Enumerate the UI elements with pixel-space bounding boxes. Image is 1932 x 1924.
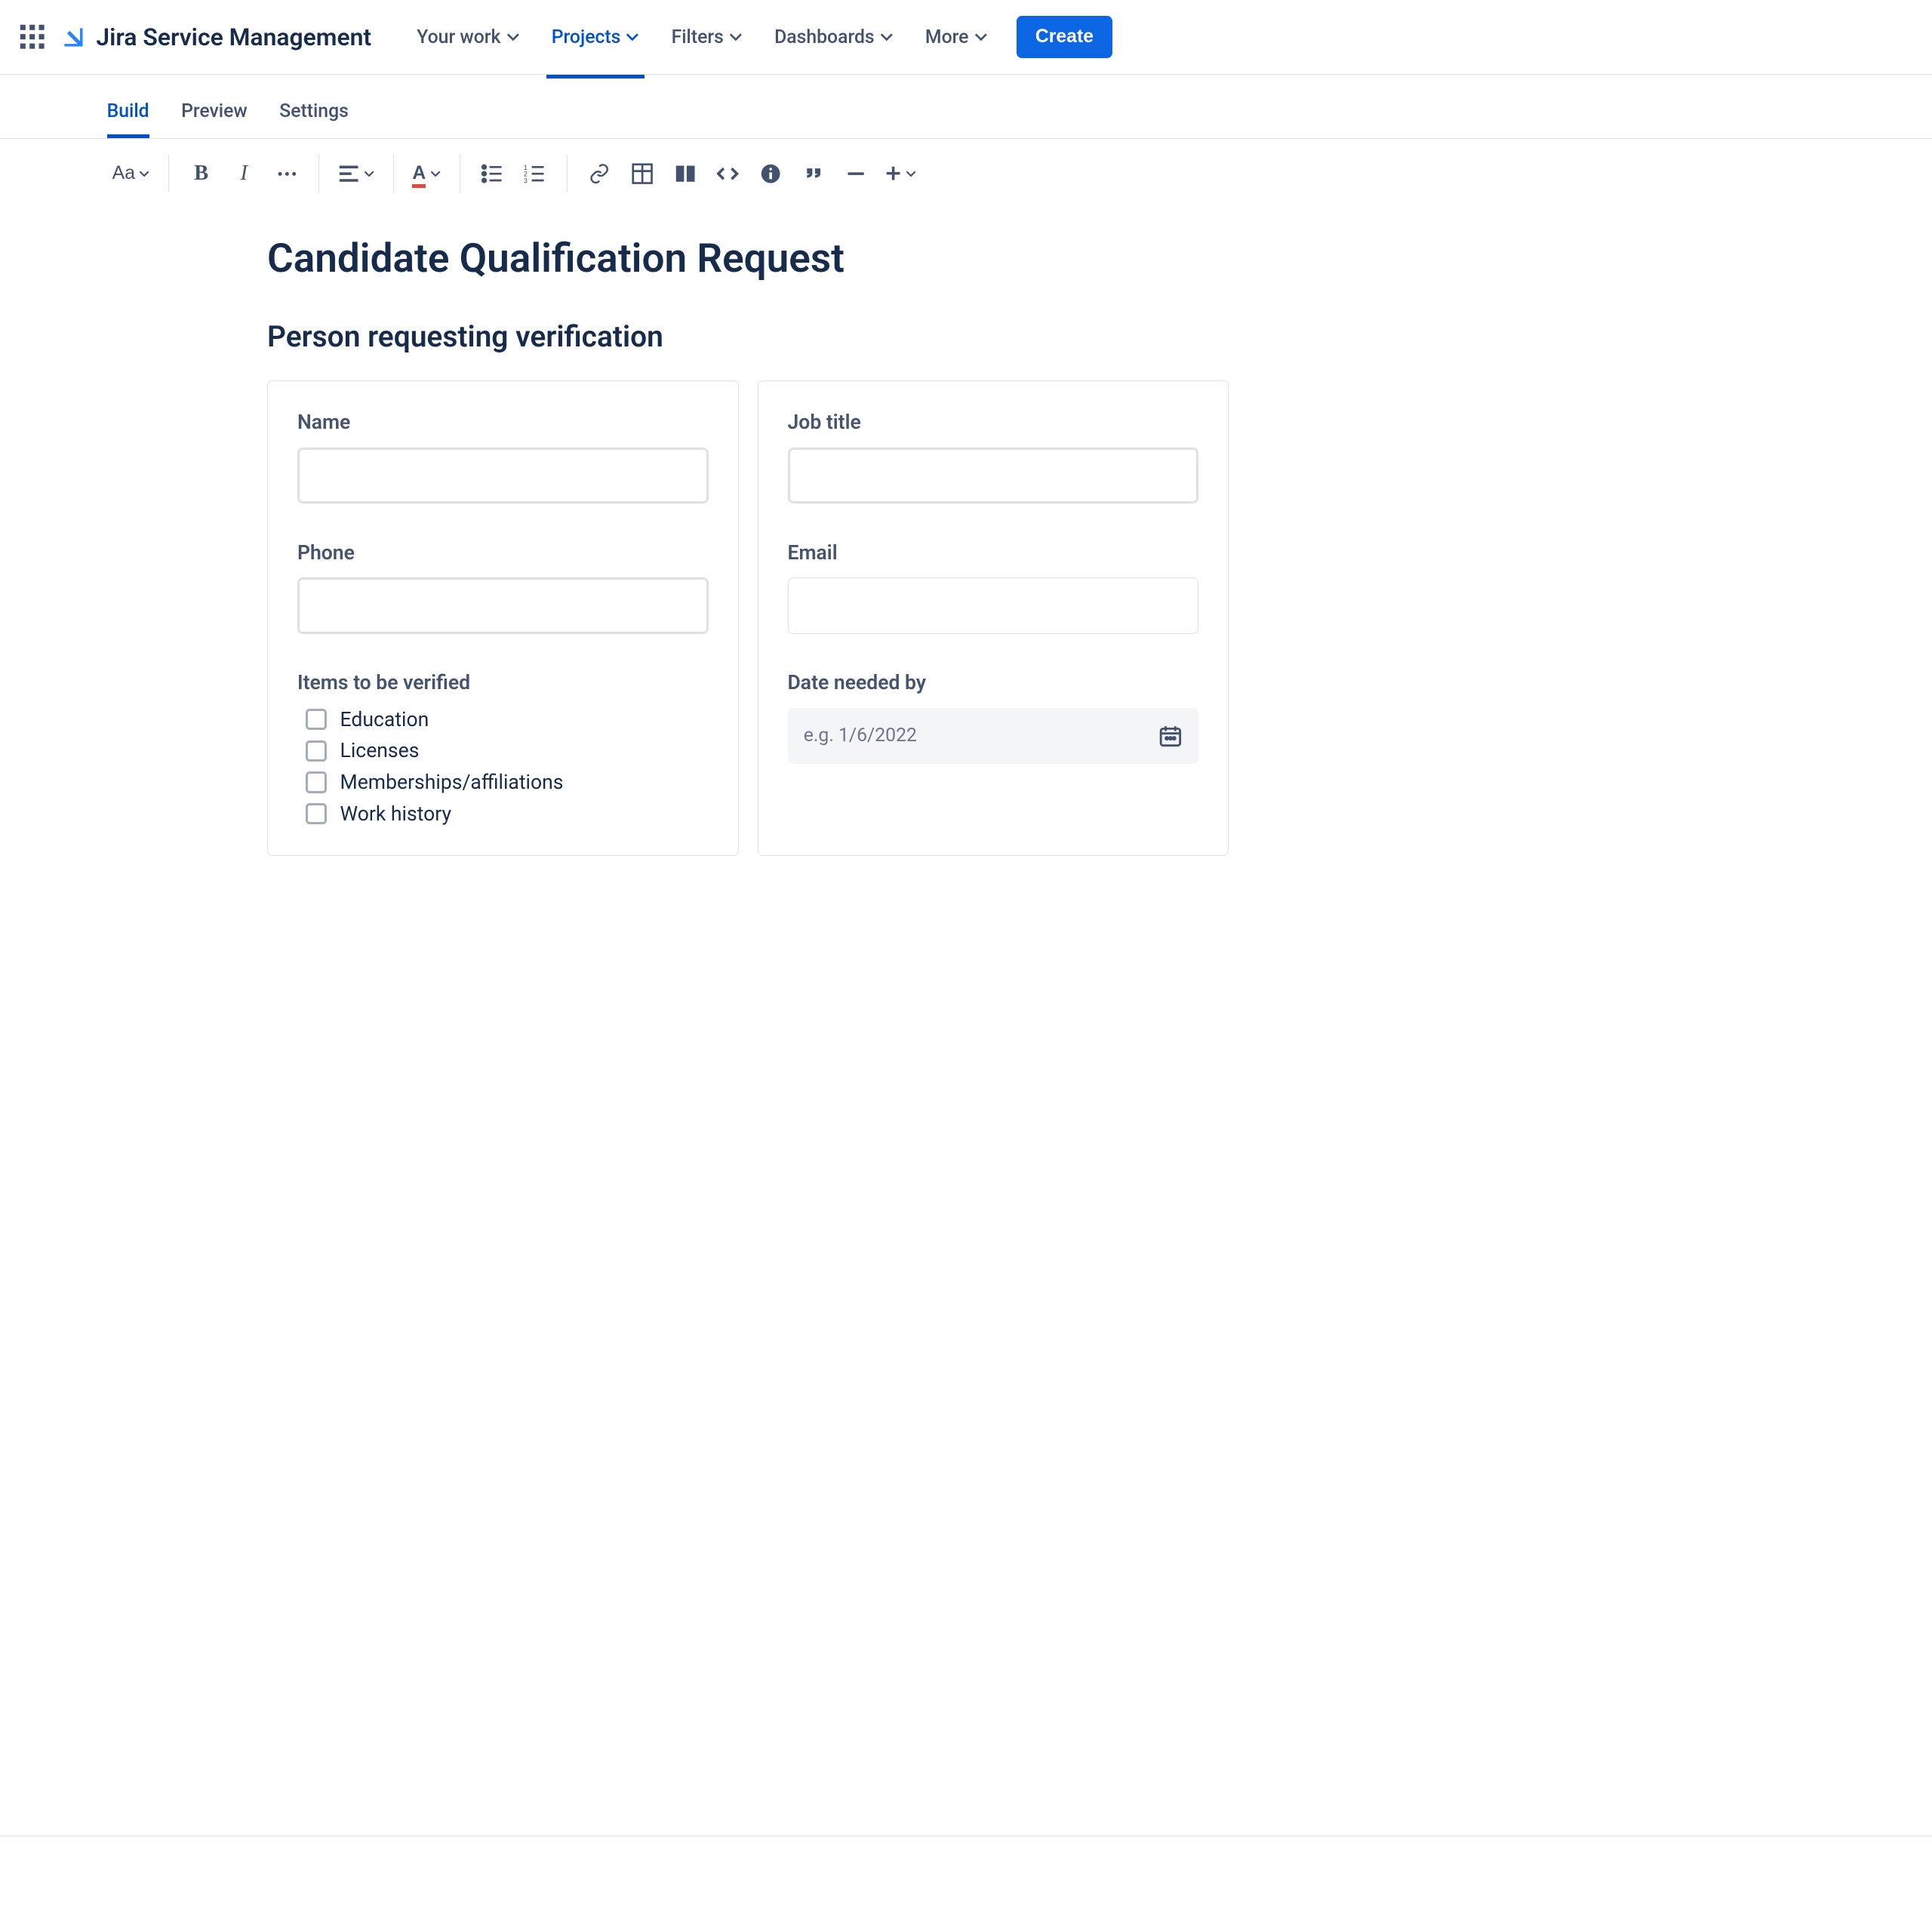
bullet-list-icon [481,163,503,184]
name-input[interactable] [297,448,709,503]
chevron-down-icon [364,168,374,179]
tab-build[interactable]: Build [107,85,149,138]
italic-button[interactable]: I [226,155,263,192]
check-label: Licenses [340,739,420,762]
layout-icon [675,163,696,184]
checkbox-icon[interactable] [306,771,327,793]
date-placeholder: e.g. 1/6/2022 [804,725,917,747]
chevron-down-icon [974,30,988,44]
document-canvas: Candidate Qualification Request Person r… [0,208,1932,1836]
job-title-label: Job title [788,411,1199,434]
document-title[interactable]: Candidate Qualification Request [267,235,1932,282]
check-row[interactable]: Work history [306,802,709,826]
plus-icon [885,165,901,181]
chevron-down-icon [506,30,520,44]
checkbox-icon[interactable] [306,803,327,824]
checkbox-icon[interactable] [306,709,327,730]
code-button[interactable] [709,155,747,192]
table-icon [632,163,653,184]
email-input[interactable] [788,577,1199,633]
check-label: Work history [340,802,451,826]
check-list: Education Licenses Memberships/affiliation… [297,708,709,826]
product-name: Jira Service Management [96,23,371,51]
nav-dashboards[interactable]: Dashboards [761,15,906,58]
code-icon [717,163,738,184]
align-left-icon [338,163,359,184]
nav-label: Your work [417,26,500,48]
svg-text:3: 3 [524,177,528,184]
form-card-left: Name Phone Items to be verified Educatio… [267,380,739,856]
text-style-button[interactable]: Aa [107,155,155,192]
nav-more[interactable]: More [912,15,1001,58]
insert-button[interactable] [880,155,921,192]
tab-preview[interactable]: Preview [181,85,248,138]
phone-input[interactable] [297,577,709,633]
bullet-list-button[interactable] [473,155,511,192]
name-label: Name [297,411,709,434]
link-button[interactable] [581,155,619,192]
chevron-down-icon [139,168,149,179]
check-row[interactable]: Licenses [306,739,709,762]
section-heading[interactable]: Person requesting verification [267,319,1932,354]
items-label: Items to be verified [297,671,709,694]
check-label: Memberships/affiliations [340,771,564,794]
calendar-icon [1158,724,1183,748]
quote-icon [803,163,824,184]
form-columns: Name Phone Items to be verified Educatio… [267,380,1229,856]
more-formatting-button[interactable] [268,155,306,192]
layout-button[interactable] [666,155,704,192]
top-nav: Jira Service Management Your work Projec… [0,0,1932,75]
chevron-down-icon [880,30,894,44]
nav-label: Filters [672,26,724,48]
divider-icon [845,163,866,184]
check-label: Education [340,708,429,731]
date-needed-label: Date needed by [788,671,1199,694]
chevron-down-icon [729,30,743,44]
job-title-input[interactable] [788,448,1199,503]
editor-footer: Cancel Save changes [0,1836,1932,1924]
divider-button[interactable] [838,155,875,192]
table-button[interactable] [623,155,661,192]
quote-button[interactable] [795,155,832,192]
nav-label: Projects [552,26,621,48]
bold-button[interactable]: B [183,155,220,192]
nav-label: Dashboards [774,26,875,48]
chevron-down-icon [430,168,441,179]
nav-filters[interactable]: Filters [658,15,755,58]
main: Aa B I A [0,139,1932,1924]
jira-logo-icon [59,23,88,52]
numbered-list-button[interactable]: 123 [516,155,554,192]
nav-your-work[interactable]: Your work [404,15,533,58]
create-button[interactable]: Create [1017,16,1112,58]
link-icon [589,163,610,184]
phone-label: Phone [297,541,709,565]
check-row[interactable]: Education [306,708,709,731]
align-button[interactable] [333,155,380,192]
date-needed-input[interactable]: e.g. 1/6/2022 [788,708,1199,764]
chevron-down-icon [626,30,639,44]
editor-toolbar: Aa B I A [0,139,1932,208]
nav-items: Your work Projects Filters Dashboards Mo… [404,15,1932,58]
text-style-label: Aa [112,163,135,184]
nav-label: More [925,26,969,48]
email-label: Email [788,541,1199,565]
form-card-right: Job title Email Date needed by e.g. 1/6/… [758,380,1229,856]
tab-settings[interactable]: Settings [279,85,349,138]
ellipsis-icon [278,165,297,183]
info-icon [760,163,781,184]
editor-area: Aa B I A [0,139,1932,1924]
page-tabs: Build Preview Settings [0,75,1932,139]
nav-projects[interactable]: Projects [538,15,653,58]
numbered-list-icon: 123 [524,163,545,184]
check-row[interactable]: Memberships/affiliations [306,771,709,794]
product-logo[interactable]: Jira Service Management [59,23,371,52]
info-button[interactable] [752,155,789,192]
text-color-button[interactable]: A [407,155,446,192]
chevron-down-icon [906,168,916,179]
checkbox-icon[interactable] [306,740,327,762]
app-switcher-icon[interactable] [16,21,48,53]
